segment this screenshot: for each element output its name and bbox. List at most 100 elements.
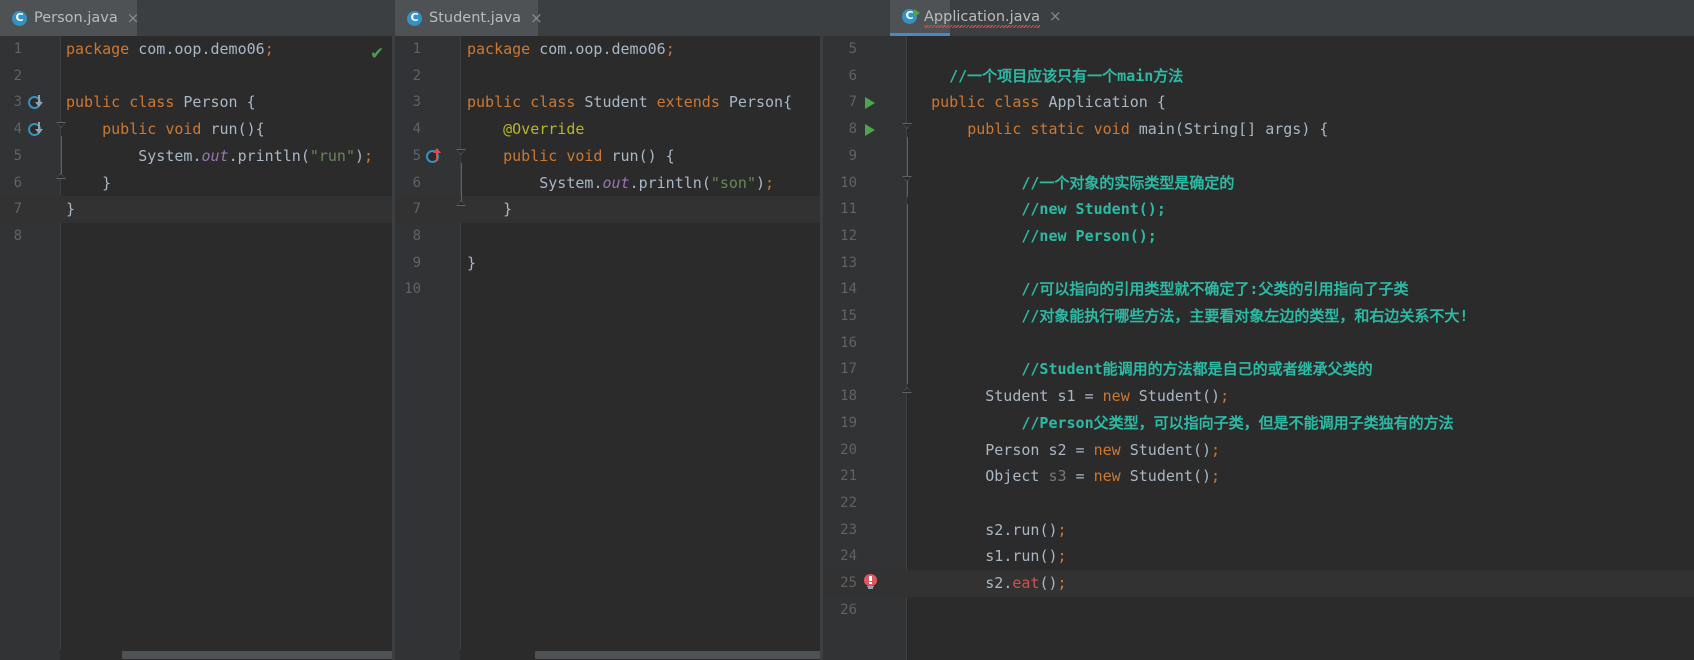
line-number: 22 <box>840 494 857 511</box>
code-line: public static void main(String[] args) { <box>967 120 1329 139</box>
line-number: 8 <box>848 121 857 138</box>
fold-region-line <box>907 137 908 197</box>
code-line: //Person父类型，可以指向子类，但是不能调用子类独有的方法 <box>913 413 1454 432</box>
fold-open-icon[interactable] <box>456 149 466 155</box>
line-number: 7 <box>412 201 421 218</box>
code-line: //一个对象的实际类型是确定的 <box>913 173 1235 192</box>
code-line: public void run(){ <box>102 120 265 139</box>
line-number: 8 <box>13 227 22 244</box>
code-line: public class Student extends Person{ <box>467 93 793 112</box>
code-line: //一个项目应该只有一个main方法 <box>913 66 1184 85</box>
fold-end-icon[interactable] <box>902 387 912 393</box>
line-number: 9 <box>412 254 421 271</box>
fold-open-icon[interactable] <box>902 123 912 129</box>
line-number: 9 <box>848 147 857 164</box>
run-method-icon[interactable] <box>865 124 875 136</box>
tab-label: Person.java <box>34 10 118 26</box>
code-line: } <box>66 200 76 219</box>
line-number: 5 <box>848 41 857 57</box>
line-number: 25 <box>840 575 857 591</box>
line-number: 3 <box>13 94 22 111</box>
code-line: //对象能执行哪些方法，主要看对象左边的类型，和右边关系不大! <box>913 307 1469 325</box>
close-icon[interactable]: × <box>127 10 140 26</box>
code-line: Person s2 = new Student(); <box>985 440 1221 459</box>
line-number: 10 <box>840 174 857 191</box>
run-class-icon[interactable] <box>865 97 875 109</box>
code-line: public class Application { <box>931 93 1166 112</box>
error-bulb-icon[interactable] <box>864 574 878 589</box>
error-token: eat <box>1012 574 1040 592</box>
line-number: 17 <box>840 361 857 378</box>
line-number: 13 <box>840 254 857 271</box>
line-number: 7 <box>848 94 857 111</box>
implemented-by-icon[interactable] <box>28 93 44 109</box>
code-line: } <box>467 253 477 272</box>
line-number: 6 <box>412 174 421 191</box>
line-number: 20 <box>840 441 857 458</box>
code-line: public void run() { <box>503 146 675 165</box>
line-number: 5 <box>412 147 421 164</box>
fold-region-line <box>907 204 908 384</box>
overridden-by-icon[interactable] <box>28 120 44 136</box>
ide-editor-window: Person.java × Student.java × Application… <box>0 0 1694 660</box>
code-line: } <box>66 173 112 192</box>
tab-person-java[interactable]: Person.java × <box>0 0 140 36</box>
line-number: 6 <box>848 67 857 84</box>
line-number: 24 <box>840 548 857 565</box>
horizontal-scrollbar-thumb[interactable] <box>122 651 392 659</box>
close-icon[interactable]: × <box>1049 9 1062 24</box>
horizontal-scrollbar-track[interactable] <box>60 650 392 660</box>
line-number: 19 <box>840 414 857 431</box>
line-number: 15 <box>840 308 857 324</box>
editor-pane-application-java[interactable]: 5 6 7 8 9 10 11 12 13 14 15 16 17 18 19 … <box>823 36 1694 660</box>
horizontal-scrollbar-track[interactable] <box>460 650 820 660</box>
line-number: 10 <box>404 281 421 298</box>
line-number: 11 <box>840 201 857 218</box>
line-number: 8 <box>412 227 421 244</box>
code-line: package com.oop.demo06; <box>467 40 675 58</box>
code-line: Student s1 = new Student(); <box>985 387 1230 406</box>
fold-open-icon[interactable] <box>56 122 66 128</box>
tab-label: Student.java <box>429 10 522 26</box>
code-line: public class Person { <box>66 93 256 112</box>
line-number: 16 <box>840 334 857 351</box>
code-line: } <box>467 200 513 219</box>
fold-end-icon[interactable] <box>56 173 66 179</box>
line-number: 4 <box>412 121 421 138</box>
line-number: 23 <box>840 521 857 538</box>
line-number: 5 <box>13 147 22 164</box>
line-number: 14 <box>840 281 857 298</box>
java-class-runnable-icon <box>902 8 920 24</box>
editor-pane-person-java[interactable]: 1 2 3 4 5 6 7 8 ✔ package com.oop.demo06… <box>0 36 392 660</box>
fold-open-icon[interactable] <box>902 176 912 182</box>
code-line: //可以指向的引用类型就不确定了:父类的引用指向了子类 <box>913 280 1409 299</box>
code-line: System.out.println("run"); <box>138 146 374 165</box>
close-icon[interactable]: × <box>530 10 543 26</box>
line-number: 7 <box>13 201 22 218</box>
overrides-method-icon[interactable] <box>426 147 442 163</box>
java-class-icon <box>12 10 27 26</box>
line-number: 18 <box>840 388 857 405</box>
code-line: //Student能调用的方法都是自己的或者继承父类的 <box>913 360 1373 379</box>
code-line: @Override <box>503 120 585 139</box>
tab-label: Application.java <box>924 8 1041 28</box>
line-number: 2 <box>412 67 421 84</box>
line-number: 1 <box>13 41 22 57</box>
line-number: 26 <box>840 601 857 618</box>
horizontal-scrollbar-thumb[interactable] <box>535 651 820 659</box>
tab-student-java[interactable]: Student.java × <box>395 0 543 36</box>
editor-tab-bar: Person.java × Student.java × Application… <box>0 0 1694 36</box>
code-line: s1.run(); <box>985 547 1067 566</box>
code-line: //new Student(); <box>913 200 1166 219</box>
fold-end-icon[interactable] <box>456 200 466 206</box>
editor-pane-student-java[interactable]: 1 2 3 4 5 6 7 8 9 10 ✔ package com.oop.d… <box>395 36 820 660</box>
line-number: 2 <box>13 67 22 84</box>
line-number: 12 <box>840 227 857 244</box>
line-number: 21 <box>840 468 857 485</box>
line-number: 6 <box>13 174 22 191</box>
line-number: 1 <box>412 41 421 57</box>
code-line: package com.oop.demo06; <box>66 40 274 58</box>
code-line: s2.run(); <box>985 520 1067 539</box>
tab-application-java[interactable]: Application.java × <box>890 0 1062 36</box>
code-line: System.out.println("son"); <box>539 173 775 192</box>
